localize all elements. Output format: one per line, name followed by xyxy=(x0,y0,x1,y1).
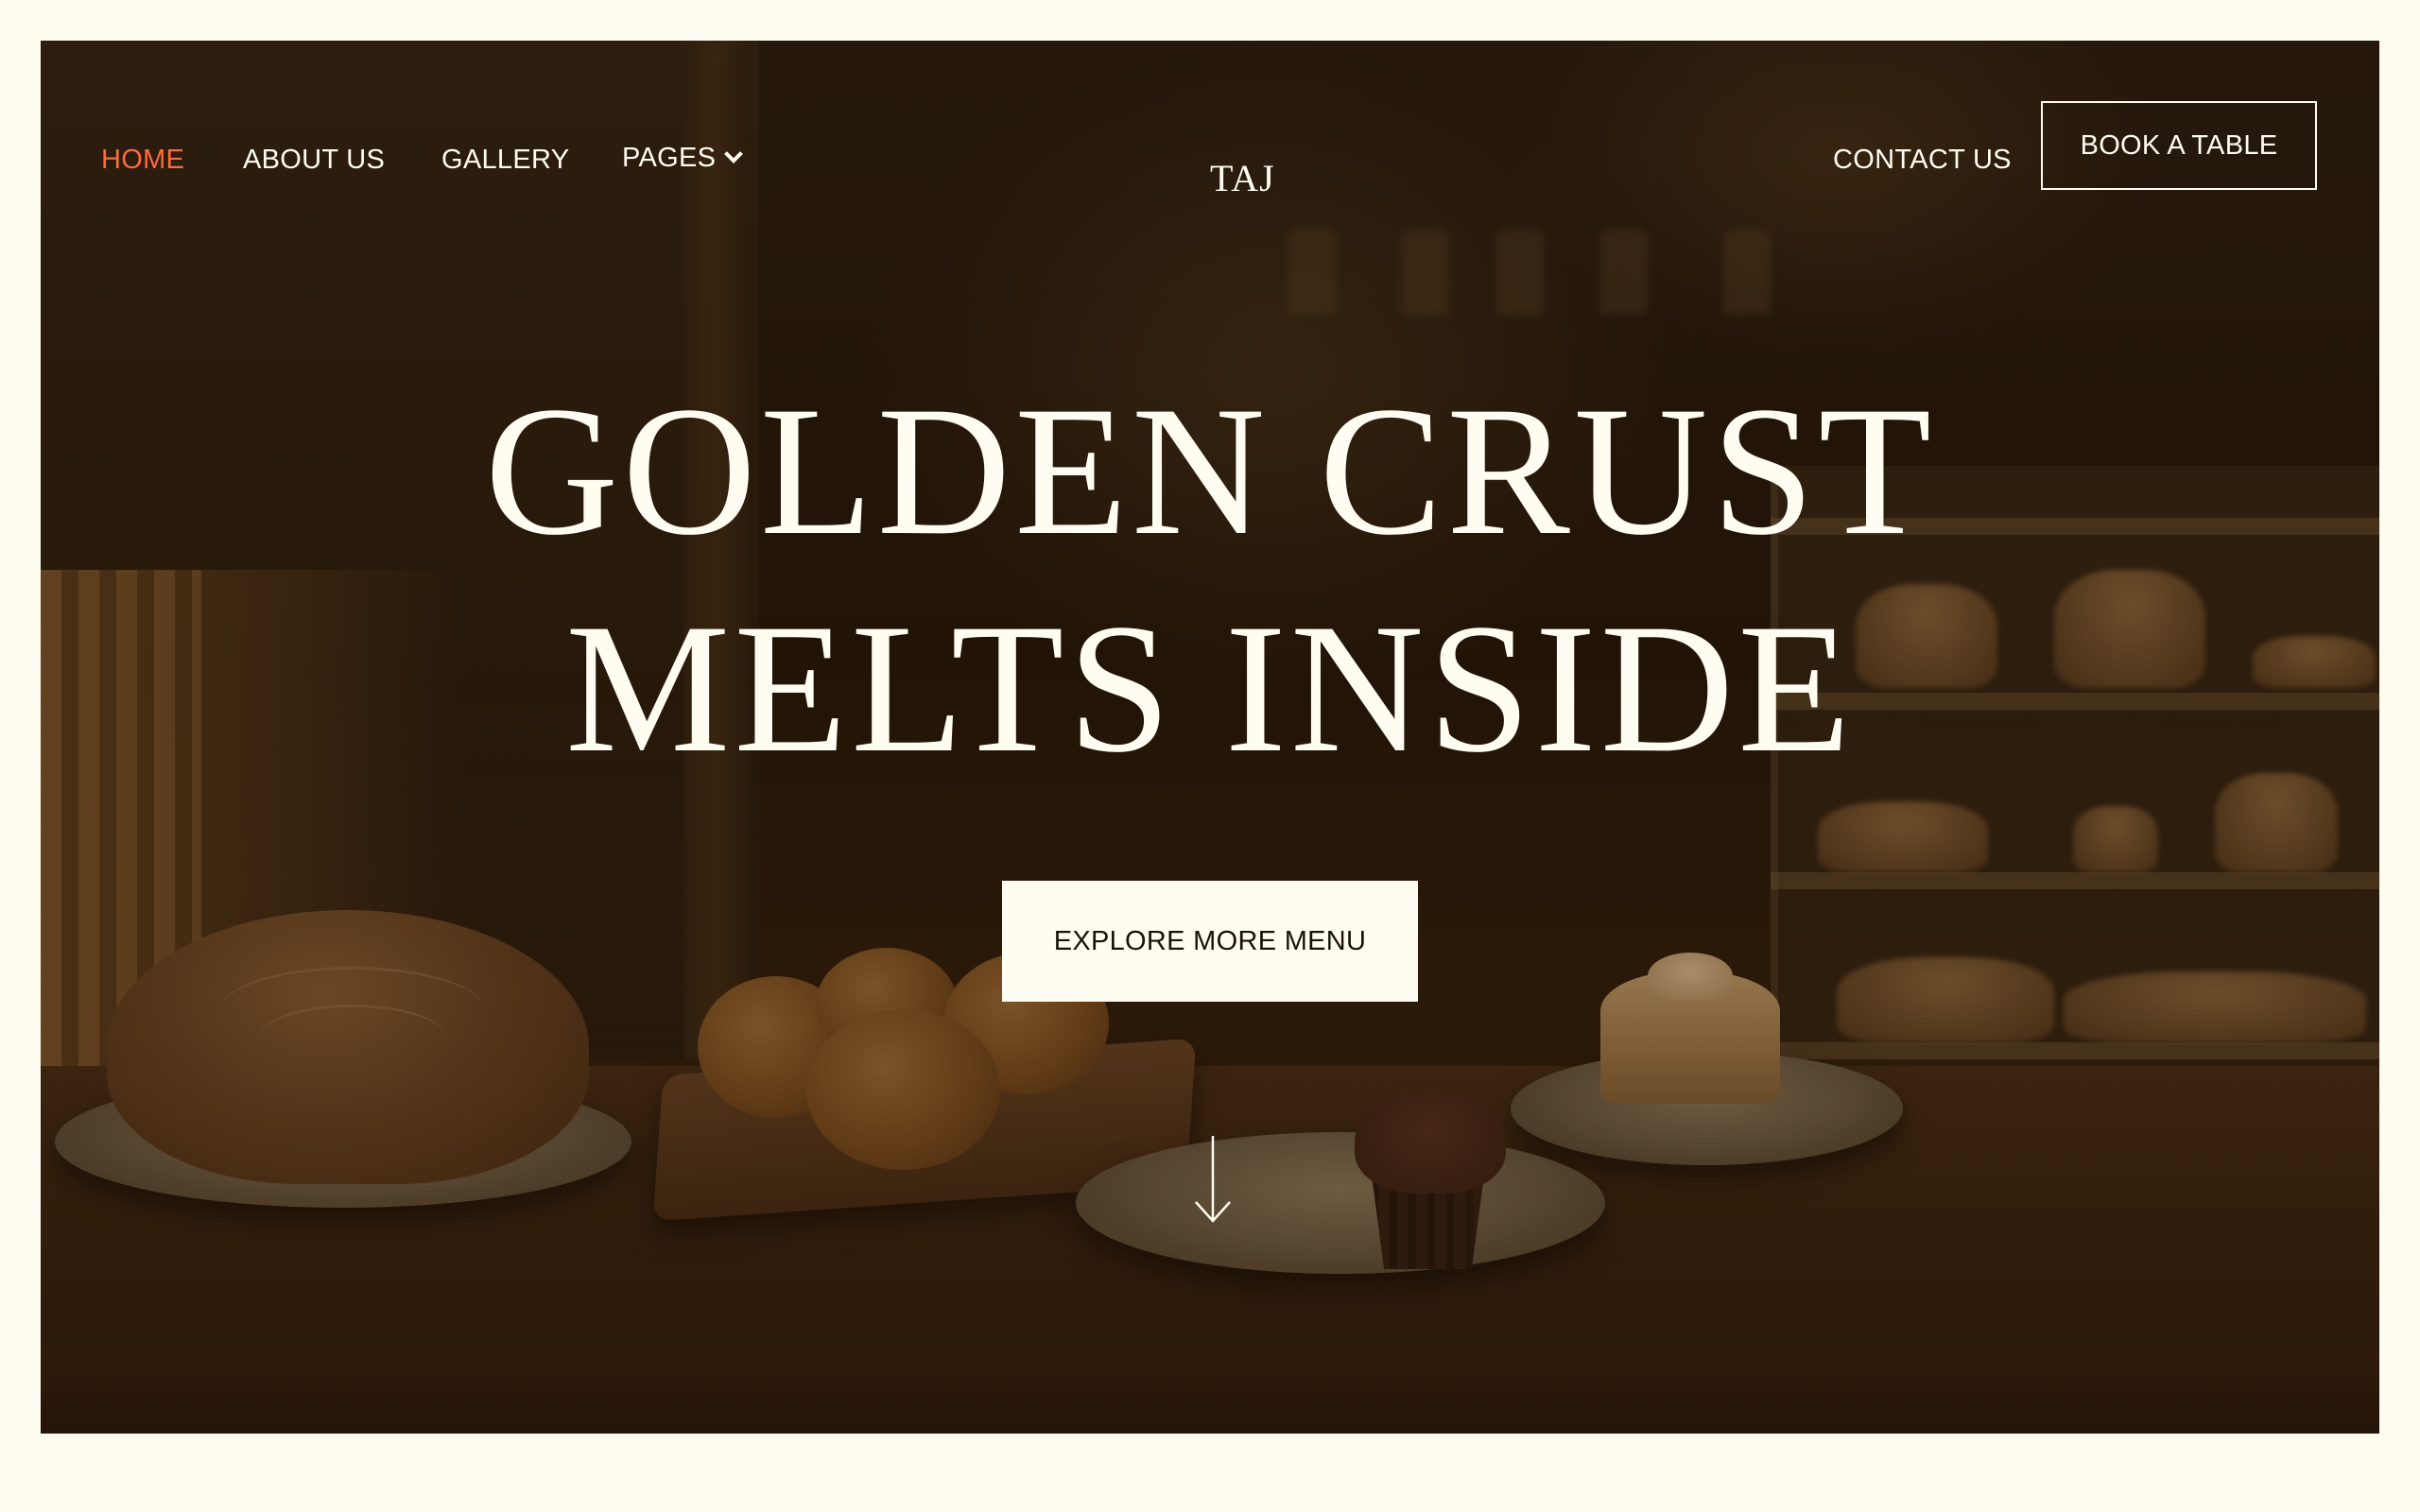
book-a-table-button[interactable]: BOOK A TABLE xyxy=(2041,101,2317,190)
nav-contact-us[interactable]: CONTACT US xyxy=(1833,145,2012,176)
arrow-down-icon[interactable] xyxy=(1192,1134,1234,1225)
hero-headline-line-1: GOLDEN CRUST xyxy=(484,369,1936,574)
explore-more-menu-button[interactable]: EXPLORE MORE MENU xyxy=(1002,881,1418,1002)
nav-about-us[interactable]: ABOUT US xyxy=(243,145,385,176)
nav-home[interactable]: HOME xyxy=(101,145,184,176)
site-logo[interactable]: TAJ xyxy=(1210,156,1275,200)
chevron-down-icon xyxy=(724,145,744,163)
nav-pages-dropdown[interactable]: PAGES xyxy=(622,143,744,174)
hero-section: HOME ABOUT US GALLERY PAGES TAJ CONTACT … xyxy=(41,41,2379,1434)
hero-headline-line-2: MELTS INSIDE xyxy=(565,586,1855,791)
nav-pages-label: PAGES xyxy=(622,143,717,173)
nav-gallery[interactable]: GALLERY xyxy=(441,145,569,176)
